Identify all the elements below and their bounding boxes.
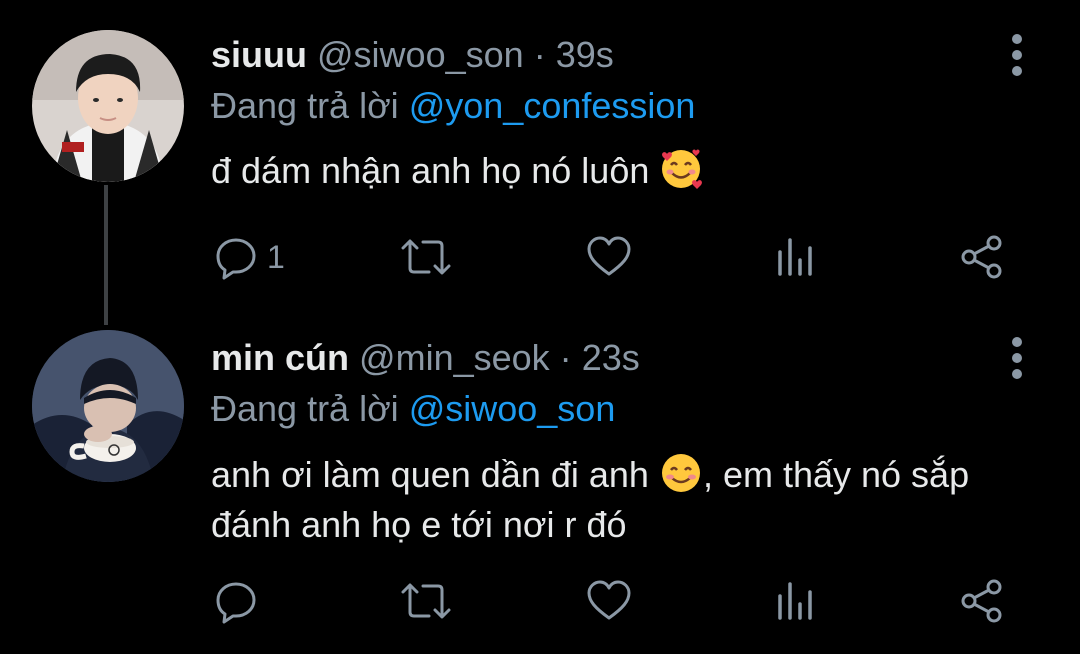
reply-button[interactable] [213, 576, 267, 626]
share-button[interactable] [959, 576, 1005, 626]
smiling-face-with-smiling-eyes-icon [661, 454, 700, 492]
retweet-icon [401, 239, 451, 275]
retweet-button[interactable] [399, 232, 453, 282]
user-handle[interactable]: @min_seok [359, 337, 550, 378]
analytics-button[interactable] [775, 576, 815, 626]
replying-to-label: Đang trả lời [211, 85, 399, 126]
avatar[interactable] [32, 30, 184, 182]
smiling-face-with-hearts-icon [662, 149, 703, 189]
timestamp[interactable]: 23s [582, 337, 640, 378]
tweet-1[interactable]: siuuu @siwoo_son · 39s Đang trả lời @yon… [0, 0, 1080, 300]
reply-button[interactable]: 1 [213, 232, 285, 282]
like-button[interactable] [585, 232, 633, 282]
separator-dot: · [559, 337, 572, 378]
avatar[interactable] [32, 330, 184, 482]
timestamp[interactable]: 39s [556, 34, 614, 75]
replying-to: Đang trả lời @yon_confession [211, 84, 695, 128]
analytics-icon [778, 238, 812, 276]
tweet-2[interactable]: min cún @min_seok · 23s Đang trả lời @si… [0, 300, 1080, 654]
like-icon [587, 580, 631, 620]
tweet-header: siuuu @siwoo_son · 39s [211, 33, 614, 77]
tweet-actions [211, 576, 1011, 626]
reply-icon [216, 238, 256, 280]
like-button[interactable] [585, 576, 633, 626]
analytics-icon [778, 582, 812, 620]
reply-icon [216, 582, 256, 624]
separator-dot: · [533, 34, 546, 75]
tweet-text-part1: anh ơi làm quen dần đi anh [211, 454, 649, 495]
analytics-button[interactable] [775, 232, 815, 282]
tweet-header: min cún @min_seok · 23s [211, 336, 640, 380]
tweet-text-content: đ dám nhận anh họ nó luôn [211, 150, 650, 191]
replying-to: Đang trả lời @siwoo_son [211, 387, 615, 431]
share-icon [961, 579, 1002, 623]
retweet-icon [401, 583, 451, 619]
more-vertical-icon[interactable] [1002, 333, 1032, 383]
share-button[interactable] [959, 232, 1005, 282]
display-name[interactable]: siuuu [211, 34, 307, 75]
tweet-text: đ dám nhận anh họ nó luôn [211, 146, 1031, 196]
share-icon [961, 235, 1002, 279]
more-vertical-icon[interactable] [1002, 30, 1032, 80]
retweet-button[interactable] [399, 576, 453, 626]
replying-to-handle[interactable]: @yon_confession [409, 85, 696, 126]
tweet-text: anh ơi làm quen dần đi anh , em thấy nó … [211, 450, 1031, 550]
replying-to-handle[interactable]: @siwoo_son [409, 388, 616, 429]
like-icon [587, 236, 631, 276]
user-handle[interactable]: @siwoo_son [317, 34, 524, 75]
display-name[interactable]: min cún [211, 337, 349, 378]
replying-to-label: Đang trả lời [211, 388, 399, 429]
tweet-actions: 1 [211, 232, 1011, 282]
reply-count: 1 [267, 238, 285, 275]
